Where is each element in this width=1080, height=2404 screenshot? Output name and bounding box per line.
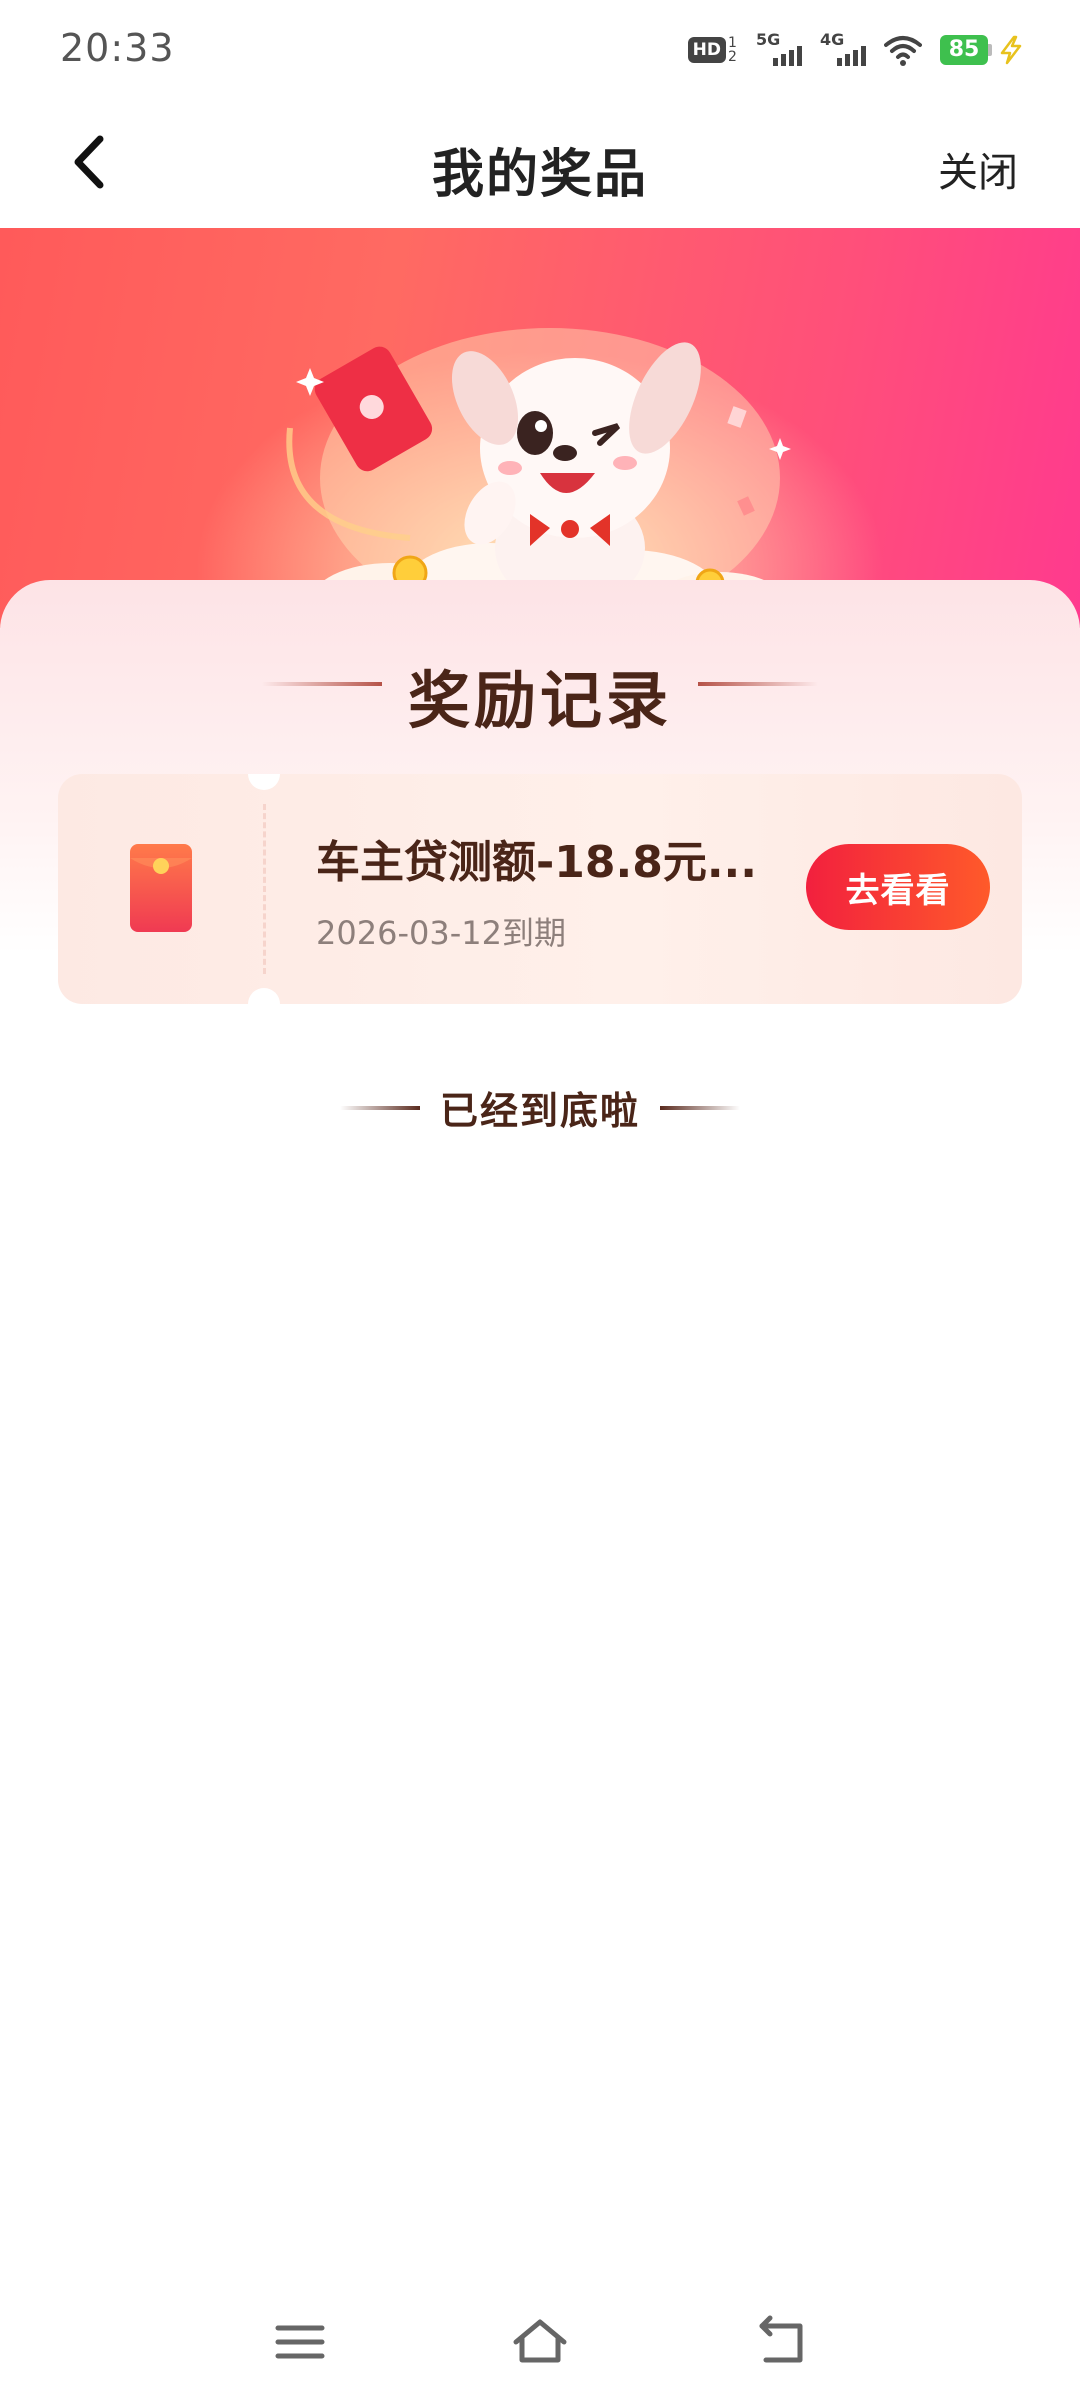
signal-5g-icon: 5G	[756, 30, 802, 70]
section-title: 奖励记录	[407, 664, 672, 737]
records-card: 奖励记录 车主贷测额-18.8元... 2026-03-12到期 去看看 已经到…	[0, 580, 1080, 2280]
red-packet-icon	[130, 844, 192, 932]
title-divider-right	[698, 682, 818, 686]
status-icons: HD 1 2 5G 4G 85	[687, 30, 1024, 70]
end-divider-right	[660, 1106, 740, 1110]
battery-level: 85	[940, 35, 988, 65]
charging-icon	[1000, 35, 1022, 65]
prize-banner	[0, 228, 1080, 628]
hd-voice-icon: HD 1 2	[687, 35, 738, 65]
home-icon[interactable]	[510, 2314, 570, 2370]
battery-icon: 85	[940, 35, 1024, 65]
view-prize-button[interactable]: 去看看	[806, 844, 990, 930]
page-title: 我的奖品	[431, 145, 648, 205]
close-button[interactable]: 关闭	[938, 140, 1018, 198]
status-bar: 20:33 HD 1 2 5G 4G 85	[0, 0, 1080, 96]
system-nav-bar	[0, 2280, 1080, 2404]
page: 20:33 HD 1 2 5G 4G 85 我的奖品 关闭 奖励记录 车主贷测额…	[0, 0, 1080, 2404]
wifi-icon	[884, 36, 922, 66]
hd-sub-label: 1 2	[728, 35, 737, 65]
menu-icon[interactable]	[270, 2314, 330, 2370]
end-of-list-note: 已经到底啦	[439, 1089, 640, 1133]
hd-label: HD	[687, 37, 726, 63]
back-icon[interactable]	[752, 2314, 812, 2370]
status-time: 20:33	[60, 26, 175, 70]
mascot-illustration	[286, 328, 791, 628]
prize-item[interactable]: 车主贷测额-18.8元... 2026-03-12到期 去看看	[58, 774, 1022, 1004]
prize-expire-date: 2026-03-12到期	[316, 914, 566, 952]
signal-4g-icon: 4G	[820, 30, 866, 70]
prize-name: 车主贷测额-18.8元...	[316, 837, 757, 888]
header: 我的奖品 关闭	[0, 96, 1080, 228]
